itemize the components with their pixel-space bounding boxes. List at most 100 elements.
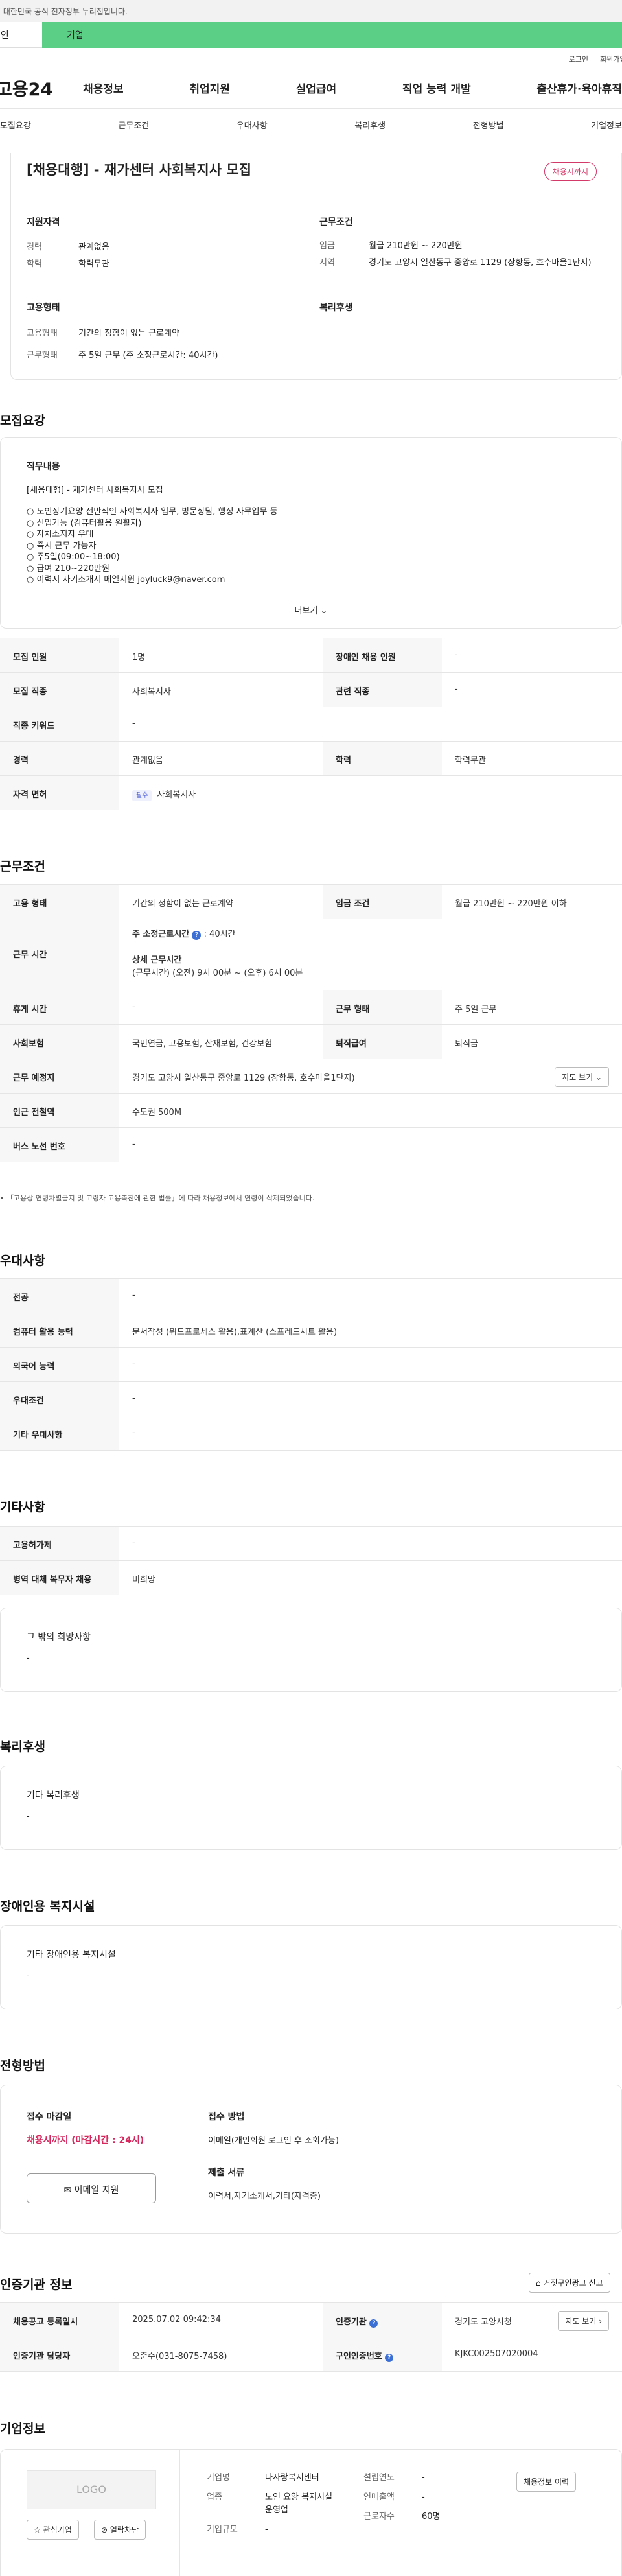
tab-company[interactable]: 기업 xyxy=(42,22,622,48)
hope-value: - xyxy=(27,1654,30,1663)
subtab-recruit[interactable]: 모집요강 xyxy=(0,119,31,131)
job-value: 사회복지사 xyxy=(132,687,171,697)
wage-value: 월급 210만원 ~ 220만원 이하 xyxy=(455,899,567,909)
duty-heading: 직무내용 xyxy=(27,462,60,472)
nav-employment-support[interactable]: 취업지원 xyxy=(185,80,234,96)
process-card: 접수 마감일 채용시까지 (마감시간 : 24시) ✉ 이메일 지원 접수 방법… xyxy=(0,2085,622,2234)
manager-value: 오준수(031-8075-7458) xyxy=(132,2352,227,2361)
permit-value: - xyxy=(132,1538,135,1548)
site-logo[interactable]: 고용24 xyxy=(0,75,79,100)
info-icon[interactable]: ? xyxy=(369,2319,378,2328)
lang-label: 외국어 능력 xyxy=(0,1348,119,1381)
more-button[interactable]: 더보기 ⌄ xyxy=(1,592,621,628)
duty-line: ○ 주5일(09:00~18:00) xyxy=(27,552,120,562)
chevron-down-icon: ⌄ xyxy=(593,1073,602,1082)
subtab-conditions[interactable]: 근무조건 xyxy=(118,119,149,131)
welfare-section-heading: 복리후생 xyxy=(0,1740,45,1754)
reg-label: 채용공고 등록일시 xyxy=(0,2303,119,2337)
mail-icon: ✉ xyxy=(63,2185,75,2195)
major-value: - xyxy=(132,1291,135,1300)
worktype-label: 근무 형태 xyxy=(323,990,442,1024)
subtab-preference[interactable]: 우대사항 xyxy=(236,119,268,131)
employment-list: 고용형태 기간의 정함이 없는 근로계약 근무형태 주 5일 근무 (주 소정근로시… xyxy=(27,329,218,360)
gov-banner: 이 누리집은 대한민국 공식 전자정부 누리집입니다. xyxy=(0,0,622,22)
hours-label: 근무 시간 xyxy=(0,919,119,990)
career-label: 경력 xyxy=(0,742,119,775)
signup-link[interactable]: 회원가입 xyxy=(600,54,622,67)
login-link[interactable]: 로그인 xyxy=(569,54,588,67)
deadline-title: 접수 마감일 xyxy=(27,2112,72,2122)
duty-title: [채용대행] - 재가센터 사회복지사 모집 xyxy=(27,486,163,495)
info-icon[interactable]: ? xyxy=(385,2354,394,2362)
company-heading: 기업정보 xyxy=(0,2422,45,2436)
pref-cond-value: - xyxy=(132,1394,135,1403)
deadline-value: 채용시까지 (마감시간 : 24시) xyxy=(27,2135,144,2146)
duty-line: ○ 신입가능 (컴퓨터활용 원활자) xyxy=(27,518,142,528)
job-history-button[interactable]: 채용정보 이력 xyxy=(516,2472,577,2492)
duty-card: 직무내용 [채용대행] - 재가센터 사회복지사 모집 ○ 노인장기요양 전반적… xyxy=(0,437,622,629)
recruit-heading: 모집요강 xyxy=(0,414,45,428)
subtab-welfare[interactable]: 복리후생 xyxy=(354,119,386,131)
place-label: 근무 예정지 xyxy=(0,1059,119,1093)
license-value: 필수 사회복지사 xyxy=(119,776,622,810)
tab-personal[interactable]: 개인 xyxy=(0,22,42,48)
emp-type-value: 기간의 정함이 없는 근로계약 xyxy=(132,899,233,909)
etc-table: 고용허가제 - 병역 대체 복무자 채용 비희망 xyxy=(0,1526,622,1595)
recruit-table: 모집 인원 1명 장애인 채용 인원 - 모집 직종 사회복지사 관련 직종 -… xyxy=(0,638,622,810)
people-label: 모집 인원 xyxy=(0,638,119,672)
company-info-left: 기업명 다사랑복지센터 업종 노인 요양 복지시설 운영업 기업규모 - xyxy=(207,2473,332,2535)
welfare-value: - xyxy=(27,1812,30,1821)
chevron-right-icon: › xyxy=(596,2317,602,2326)
subtab-company[interactable]: 기업정보 xyxy=(591,119,622,131)
hope-title: 그 밖의 희망사항 xyxy=(27,1632,91,1643)
interest-company-button[interactable]: ☆ 관심기업 xyxy=(27,2520,79,2540)
info-icon[interactable]: ? xyxy=(192,931,202,940)
duty-line: ○ 노인장기요양 전반적인 사회복지사 업무, 방문상담, 행정 사무업무 등 xyxy=(27,507,278,517)
disability-title: 기타 장애인용 복지시설 xyxy=(27,1950,116,1960)
circle-icon: ○ xyxy=(27,507,37,517)
nav-job-training[interactable]: 직업 능력 개발 xyxy=(398,80,475,96)
circle-icon: ○ xyxy=(27,541,37,551)
email-apply-button[interactable]: ✉ 이메일 지원 xyxy=(27,2173,156,2203)
jobno-value: KJKC002507020004 xyxy=(455,2349,538,2359)
false-ad-report-button[interactable]: ⌂ 거짓구인광고 신고 xyxy=(529,2273,610,2293)
rest-label: 휴게 시간 xyxy=(0,990,119,1024)
related-value: - xyxy=(455,685,458,694)
preference-heading: 우대사항 xyxy=(0,1254,45,1268)
summary-card: [채용대행] - 재가센터 사회복지사 모집 채용시까지 지원자격 경력 관계없음… xyxy=(10,153,622,380)
career-value: 관계없음 xyxy=(132,756,163,766)
nav-job-info[interactable]: 채용정보 xyxy=(79,80,128,96)
emp-type-label: 고용 형태 xyxy=(0,885,119,919)
job-label: 모집 직종 xyxy=(0,673,119,707)
chevron-down-icon: ⌄ xyxy=(317,606,328,616)
subtab-process[interactable]: 전형방법 xyxy=(473,119,504,131)
conditions-table: 고용 형태 기간의 정함이 없는 근로계약 임금 조건 월급 210만원 ~ 2… xyxy=(0,884,622,1162)
circle-icon: ○ xyxy=(27,518,37,528)
duty-lines: ○ 노인장기요양 전반적인 사회복지사 업무, 방문상담, 행정 사무업무 등 … xyxy=(27,506,278,586)
pref-etc-label: 기타 우대사항 xyxy=(0,1416,119,1450)
nav-parental-leave[interactable]: 출산휴가·육아휴직 xyxy=(533,80,622,96)
conditions-list: 임금 월급 210만원 ~ 220만원 지역 경기도 고양시 일산동구 중앙로 11… xyxy=(319,241,592,268)
preference-table: 전공 - 컴퓨터 활용 능력 문서작성 (워드프로세스 활용),표계산 (스프레드시… xyxy=(0,1278,622,1451)
map-button[interactable]: 지도 보기 ⌄ xyxy=(555,1067,609,1087)
people-value: 1명 xyxy=(132,653,146,662)
duty-line: ○ 이력서 자기소개서 메일지원 joyluck9@naver.com xyxy=(27,575,225,585)
block-view-button[interactable]: ⊘ 열람차단 xyxy=(94,2520,146,2540)
disability-heading: 장애인용 복지시설 xyxy=(0,1899,95,1914)
company-card: LOGO ☆ 관심기업 ⊘ 열람차단 기업명 다사랑복지센터 업종 노인 요양 복지… xyxy=(0,2449,622,2576)
bullet-icon: • xyxy=(0,1194,6,1202)
conditions-section-heading: 근무조건 xyxy=(0,860,45,874)
edu-value: 학력무관 xyxy=(455,756,486,766)
method-title: 접수 방법 xyxy=(208,2112,245,2122)
nav-unemployment-benefit[interactable]: 실업급여 xyxy=(292,80,341,96)
disability-card: 기타 장애인용 복지시설 - xyxy=(0,1925,622,2009)
duty-line: ○ 자차소지자 우대 xyxy=(27,530,94,539)
required-tag: 필수 xyxy=(132,790,152,801)
severance-label: 퇴직급여 xyxy=(323,1025,442,1059)
computer-label: 컴퓨터 활용 능력 xyxy=(0,1313,119,1347)
welfare-card: 기타 복리후생 - xyxy=(0,1766,622,1850)
disabled-label: 장애인 채용 인원 xyxy=(323,638,442,672)
docs-title: 제출 서류 xyxy=(208,2168,245,2178)
agency-map-button[interactable]: 지도 보기 › xyxy=(558,2311,609,2331)
block-icon: ⊘ xyxy=(101,2525,110,2535)
